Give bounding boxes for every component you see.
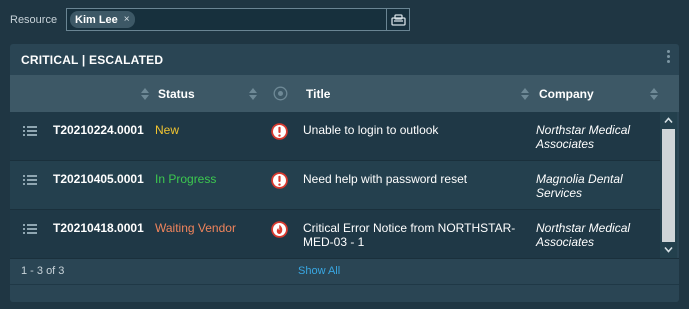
widget-title: CRITICAL | ESCALATED (21, 52, 164, 67)
picker-icon (390, 13, 406, 26)
ticket-company: Magnolia Dental Services (536, 172, 623, 200)
row-menu-icon[interactable] (23, 125, 37, 137)
table-row[interactable]: T20210405.0001 In Progress Need help wit… (10, 161, 660, 210)
chip-remove-icon[interactable]: × (124, 14, 130, 25)
ticket-title[interactable]: Critical Error Notice from NORTHSTAR-MED… (303, 221, 523, 249)
ticket-number[interactable]: T20210224.0001 (53, 123, 144, 137)
scrollbar-thumb[interactable] (662, 129, 675, 242)
widget-menu-icon[interactable] (667, 50, 671, 63)
sort-title-icon[interactable] (521, 88, 529, 100)
alert-icon (271, 123, 288, 140)
resource-filter: Resource (10, 8, 66, 31)
resource-chip: Kim Lee × (70, 11, 135, 28)
table-header: Status Title Company (10, 75, 679, 112)
ticket-status: In Progress (155, 172, 217, 186)
column-status[interactable]: Status (158, 75, 195, 112)
scroll-down-icon[interactable] (664, 245, 673, 254)
ticket-number[interactable]: T20210405.0001 (53, 172, 144, 186)
resource-chip-label: Kim Lee (75, 13, 118, 26)
column-title[interactable]: Title (306, 75, 330, 112)
panel-bottom-strip (10, 284, 679, 302)
ticket-company: Northstar Medical Associates (536, 221, 631, 249)
widget-footer: 1 - 3 of 3 Show All (10, 258, 679, 284)
table-row[interactable]: T20210418.0001 Waiting Vendor Critical E… (10, 210, 660, 259)
ticket-list: T20210224.0001 New Unable to login to ou… (10, 112, 660, 259)
ticket-number[interactable]: T20210418.0001 (53, 221, 144, 235)
scroll-up-icon[interactable] (664, 116, 673, 125)
priority-column-icon[interactable] (273, 75, 288, 112)
resource-picker-button[interactable] (386, 9, 409, 30)
sort-status-icon[interactable] (249, 88, 257, 100)
ticket-status: New (155, 123, 180, 137)
sort-ticket-icon[interactable] (141, 88, 149, 100)
ticket-company: Northstar Medical Associates (536, 123, 631, 151)
ticket-title[interactable]: Need help with password reset (303, 172, 523, 186)
pagination-count: 1 - 3 of 3 (21, 265, 65, 277)
ticket-status: Waiting Vendor (155, 221, 236, 235)
alert-icon (271, 172, 288, 189)
table-row[interactable]: T20210224.0001 New Unable to login to ou… (10, 112, 660, 161)
vertical-scrollbar[interactable] (660, 112, 677, 258)
resource-picker-field[interactable]: Kim Lee × (66, 8, 410, 31)
row-menu-icon[interactable] (23, 174, 37, 186)
ticket-title[interactable]: Unable to login to outlook (303, 123, 523, 137)
show-all-link[interactable]: Show All (298, 265, 340, 277)
fire-icon (271, 221, 288, 238)
row-menu-icon[interactable] (23, 223, 37, 235)
resource-label: Resource (10, 13, 58, 26)
sort-company-icon[interactable] (650, 88, 658, 100)
critical-escalated-widget: CRITICAL | ESCALATED Status Title Compan… (10, 44, 679, 302)
column-company[interactable]: Company (539, 75, 594, 112)
